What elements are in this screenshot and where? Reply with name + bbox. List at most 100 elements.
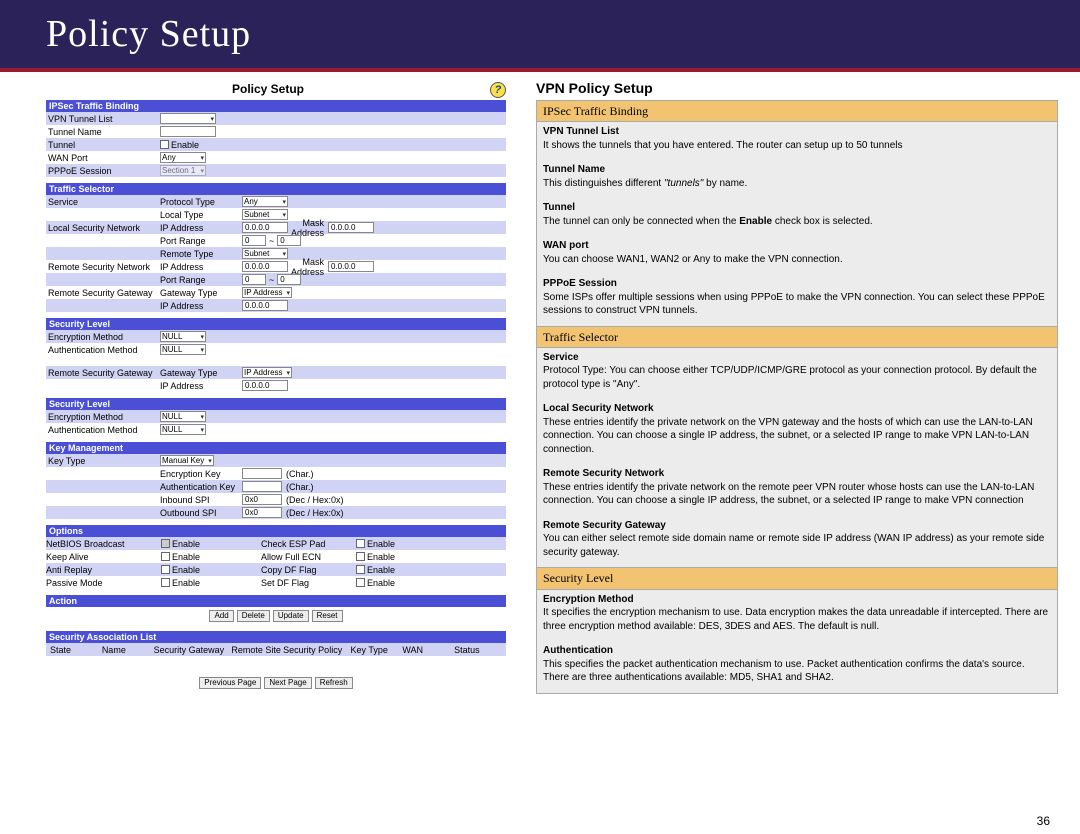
section-ipsec-binding: IPSec Traffic Binding: [46, 100, 506, 112]
update-button[interactable]: Update: [273, 610, 309, 622]
in-spi-input[interactable]: 0x0: [242, 494, 282, 505]
help-item-title: Tunnel: [543, 201, 1051, 215]
enable-text: Enable: [171, 140, 199, 150]
label-local-type: Local Type: [160, 210, 242, 220]
label-port-range: Port Range: [160, 236, 242, 246]
char-label: (Char.): [282, 469, 314, 479]
help-item-text: You can either select remote side domain…: [543, 532, 1051, 559]
label-service: Service: [46, 197, 160, 207]
help-title: VPN Policy Setup: [536, 80, 1058, 96]
label-ip-addr: IP Address: [160, 223, 242, 233]
wan-port-select[interactable]: Any: [160, 152, 206, 163]
page-number: 36: [1037, 814, 1050, 828]
help-item-text: You can choose WAN1, WAN2 or Any to make…: [543, 253, 1051, 267]
label-keepalive: Keep Alive: [46, 550, 161, 563]
tunnel-enable-checkbox[interactable]: [160, 140, 169, 149]
remote-type-select[interactable]: Subnet: [242, 248, 288, 259]
label-local-sec-net: Local Security Network: [46, 223, 160, 233]
char-label2: (Char.): [282, 482, 314, 492]
title-bar: Policy Setup: [0, 0, 1080, 72]
local-port-from[interactable]: 0: [242, 235, 266, 246]
gateway-ip-input2[interactable]: 0.0.0.0: [242, 380, 288, 391]
enc-select[interactable]: NULL: [160, 331, 206, 342]
label-remote-gate2: Remote Security Gateway: [46, 368, 160, 378]
remote-mask-input[interactable]: 0.0.0.0: [328, 261, 374, 272]
next-button[interactable]: Next Page: [264, 677, 311, 689]
section-options: Options: [46, 525, 506, 537]
gateway-type-select[interactable]: IP Address: [242, 287, 292, 298]
label-enc-method: Encryption Method: [46, 332, 160, 342]
pppoe-select[interactable]: Section 1: [160, 165, 206, 176]
help-item-title: Service: [543, 351, 1051, 365]
label-proto-type: Protocol Type: [160, 197, 242, 207]
remote-ip-input[interactable]: 0.0.0.0: [242, 261, 288, 272]
enc-select2[interactable]: NULL: [160, 411, 206, 422]
label-pppoe: PPPoE Session: [46, 166, 160, 176]
key-type-select[interactable]: Manual Key: [160, 455, 214, 466]
label-remote-type: Remote Type: [160, 249, 242, 259]
setdf-check[interactable]: [356, 578, 365, 587]
ecn-check[interactable]: [356, 552, 365, 561]
label-tunnel-name: Tunnel Name: [46, 127, 160, 137]
help-item-title: Authentication: [543, 644, 1051, 658]
sa-table-header: StateNameSecurity GatewayRemote SiteSecu…: [46, 643, 506, 656]
refresh-button[interactable]: Refresh: [315, 677, 353, 689]
help-item-title: Local Security Network: [543, 402, 1051, 416]
local-ip-input[interactable]: 0.0.0.0: [242, 222, 288, 233]
help-item-title: Tunnel Name: [543, 163, 1051, 177]
label-auth-key: Authentication Key: [160, 482, 242, 492]
prev-button[interactable]: Previous Page: [199, 677, 261, 689]
label-ip-addr2: IP Address: [160, 262, 242, 272]
label-passive: Passive Mode: [46, 576, 161, 589]
keepalive-check[interactable]: [161, 552, 170, 561]
netbios-check[interactable]: [161, 539, 170, 548]
local-mask-input[interactable]: 0.0.0.0: [328, 222, 374, 233]
proto-select[interactable]: Any: [242, 196, 288, 207]
label-gateway-type: Gateway Type: [160, 288, 242, 298]
policy-form: Policy Setup ? IPSec Traffic Binding VPN…: [46, 80, 506, 694]
help-section-security: Security Level: [537, 567, 1057, 589]
passive-check[interactable]: [161, 578, 170, 587]
remote-port-to[interactable]: 0: [277, 274, 301, 285]
help-panel: VPN Policy Setup IPSec Traffic Binding V…: [536, 80, 1058, 694]
label-check-esp: Check ESP Pad: [261, 537, 356, 550]
label-enc-key: Encryption Key: [160, 469, 242, 479]
gateway-ip-input[interactable]: 0.0.0.0: [242, 300, 288, 311]
esp-check[interactable]: [356, 539, 365, 548]
label-in-spi: Inbound SPI: [160, 495, 242, 505]
gateway-type-select2[interactable]: IP Address: [242, 367, 292, 378]
section-security-level: Security Level: [46, 318, 506, 330]
vpn-tunnel-select[interactable]: [160, 113, 216, 124]
replay-check[interactable]: [161, 565, 170, 574]
label-copy-df: Copy DF Flag: [261, 563, 356, 576]
label-remote-sec-net: Remote Security Network: [46, 262, 160, 272]
reset-button[interactable]: Reset: [312, 610, 343, 622]
label-wan-port: WAN Port: [46, 153, 160, 163]
label-remote-gate: Remote Security Gateway: [46, 288, 160, 298]
enc-key-input[interactable]: [242, 468, 282, 479]
help-item-title: Encryption Method: [543, 593, 1051, 607]
dechex-label: (Dec / Hex:0x): [282, 495, 344, 505]
label-allow-ecn: Allow Full ECN: [261, 550, 356, 563]
tunnel-name-input[interactable]: [160, 126, 216, 137]
delete-button[interactable]: Delete: [237, 610, 270, 622]
label-gateway-type2: Gateway Type: [160, 368, 242, 378]
copydf-check[interactable]: [356, 565, 365, 574]
local-type-select[interactable]: Subnet: [242, 209, 288, 220]
label-out-spi: Outbound SPI: [160, 508, 242, 518]
label-vpn-tunnel-list: VPN Tunnel List: [46, 114, 160, 124]
remote-port-from[interactable]: 0: [242, 274, 266, 285]
local-port-to[interactable]: 0: [277, 235, 301, 246]
auth-select2[interactable]: NULL: [160, 424, 206, 435]
label-antireplay: Anti Replay: [46, 563, 161, 576]
auth-select[interactable]: NULL: [160, 344, 206, 355]
help-icon[interactable]: ?: [490, 82, 506, 98]
help-section-traffic: Traffic Selector: [537, 326, 1057, 348]
help-item-text: This specifies the packet authentication…: [543, 658, 1051, 685]
label-set-df: Set DF Flag: [261, 576, 356, 589]
label-tunnel: Tunnel: [46, 140, 160, 150]
out-spi-input[interactable]: 0x0: [242, 507, 282, 518]
auth-key-input[interactable]: [242, 481, 282, 492]
dechex-label2: (Dec / Hex:0x): [282, 508, 344, 518]
add-button[interactable]: Add: [209, 610, 233, 622]
